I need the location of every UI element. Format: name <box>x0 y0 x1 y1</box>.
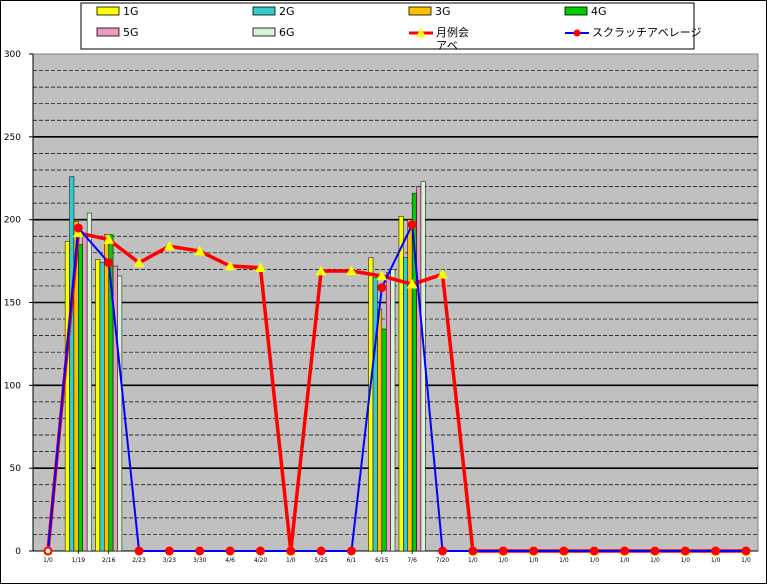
bar-5G <box>82 235 88 552</box>
marker-スクラッチアベレージ <box>346 546 356 556</box>
x-tick-label: 4/20 <box>254 557 268 564</box>
x-tick-label: 1/0 <box>650 557 660 564</box>
legend-swatch-2G <box>252 6 276 16</box>
marker-スクラッチアベレージ <box>104 258 114 268</box>
y-tick-label: 0 <box>15 547 21 557</box>
marker-スクラッチアベレージ <box>286 546 296 556</box>
marker-スクラッチアベレージ <box>377 283 387 293</box>
y-tick-label: 250 <box>4 133 21 143</box>
x-tick-label: 1/0 <box>589 557 599 564</box>
bar-6G <box>117 275 123 552</box>
x-tick-label: 1/0 <box>741 557 751 564</box>
marker-スクラッチアベレージ <box>255 546 265 556</box>
legend-swatch-1G <box>96 6 120 16</box>
legend-label: 月例会 <box>436 25 469 39</box>
bar-2G <box>69 176 75 552</box>
x-tick-label: 3/23 <box>163 557 177 564</box>
legend-label: アベ <box>436 39 458 52</box>
x-tick-label: 7/20 <box>436 557 450 564</box>
legend-label: 6G <box>279 26 295 39</box>
x-tick-label: 6/1 <box>347 557 357 564</box>
legend-label: 2G <box>279 5 295 18</box>
marker-スクラッチアベレージ <box>164 546 174 556</box>
x-tick-label: 3/30 <box>193 557 207 564</box>
marker-スクラッチアベレージ <box>650 546 660 556</box>
bar-5G <box>416 186 422 552</box>
x-tick-label: 2/16 <box>102 557 116 564</box>
legend-label: 5G <box>123 26 139 39</box>
marker-スクラッチアベレージ <box>73 223 83 233</box>
x-tick-label: 2/23 <box>132 557 146 564</box>
combo-chart: 0 50 100 150 200 250 300 1/0 1/19 2/16 2/23 3/23 3/3… <box>4 2 759 564</box>
marker-スクラッチアベレージ <box>559 546 569 556</box>
marker-スクラッチアベレージ <box>316 546 326 556</box>
legend-label: 1G <box>123 5 139 18</box>
bar-3G <box>377 308 383 552</box>
y-tick-label: 150 <box>4 299 21 309</box>
bar-1G <box>95 259 101 552</box>
y-tick-label: 50 <box>10 464 22 474</box>
x-tick-label: 6/15 <box>375 557 389 564</box>
y-tick-label: 300 <box>4 50 21 60</box>
legend-swatch-3G <box>408 6 432 16</box>
x-tick-label: 7/6 <box>407 557 417 564</box>
x-tick-label: 1/0 <box>680 557 690 564</box>
marker-スクラッチアベレージ <box>438 546 448 556</box>
x-tick-label: 1/0 <box>711 557 721 564</box>
legend-swatch-6G <box>252 27 276 37</box>
legend-swatch-4G <box>564 6 588 16</box>
marker-スクラッチアベレージ <box>711 546 721 556</box>
legend-label: スクラッチアベレージ <box>592 26 702 39</box>
bar-1G <box>398 216 404 552</box>
legend-swatch-5G <box>96 27 120 37</box>
marker-スクラッチアベレージ <box>589 546 599 556</box>
marker-スクラッチアベレージ <box>225 546 235 556</box>
x-tick-label: 1/0 <box>559 557 569 564</box>
bar-4G <box>381 328 387 552</box>
marker-スクラッチアベレージ <box>195 546 205 556</box>
bar-3G <box>104 234 109 552</box>
bar-3G <box>407 219 413 552</box>
origin-marker <box>44 547 52 555</box>
bar-2G <box>372 277 378 552</box>
marker-スクラッチアベレージ <box>529 546 539 556</box>
y-tick-label: 100 <box>4 381 21 391</box>
legend-marker-circle <box>573 29 581 37</box>
bar-1G <box>64 240 70 552</box>
marker-スクラッチアベレージ <box>468 546 478 556</box>
legend-label: 3G <box>435 5 451 18</box>
bar-2G <box>403 257 409 552</box>
marker-スクラッチアベレージ <box>680 546 690 556</box>
legend-label: 4G <box>591 5 607 18</box>
x-tick-label: 1/0 <box>43 557 53 564</box>
chart-frame: 0 50 100 150 200 250 300 1/0 1/19 2/16 2/23 3/23 3/3… <box>0 0 767 584</box>
bar-6G <box>86 212 92 552</box>
bar-2G <box>99 262 105 552</box>
x-tick-label: 1/0 <box>468 557 478 564</box>
marker-スクラッチアベレージ <box>134 546 144 556</box>
x-tick-label: 5/25 <box>314 557 328 564</box>
x-tick-label: 1/0 <box>286 557 296 564</box>
x-tick-label: 4/6 <box>225 557 235 564</box>
marker-スクラッチアベレージ <box>620 546 630 556</box>
x-tick-label: 1/0 <box>529 557 539 564</box>
x-tick-label: 1/0 <box>620 557 630 564</box>
marker-スクラッチアベレージ <box>741 546 751 556</box>
marker-スクラッチアベレージ <box>498 546 508 556</box>
bar-6G <box>390 269 396 552</box>
bar-5G <box>385 272 391 552</box>
y-tick-label: 200 <box>4 216 21 226</box>
x-tick-label: 1/19 <box>72 557 86 564</box>
marker-スクラッチアベレージ <box>407 220 417 230</box>
bar-4G <box>78 244 83 552</box>
x-tick-label: 1/0 <box>498 557 508 564</box>
